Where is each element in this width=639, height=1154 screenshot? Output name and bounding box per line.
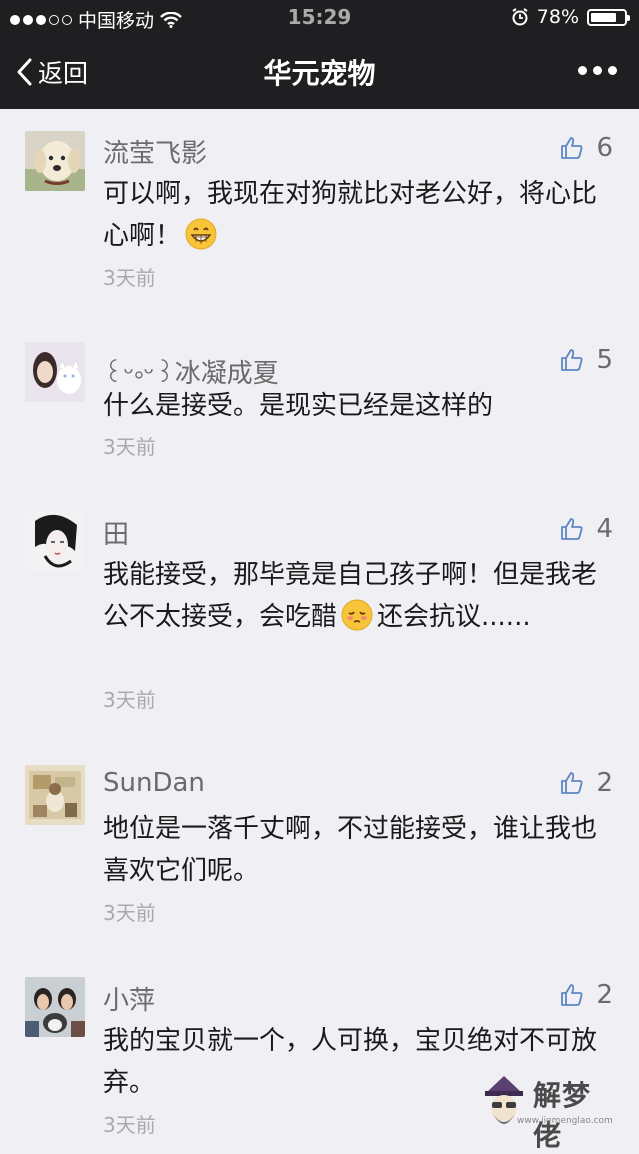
status-right: 78% [511,6,630,28]
comment-text: 我能接受，那毕竟是自己孩子啊！但是我老公不太接受，会吃醋 还会抗议...... [103,554,603,638]
blushing-emoji-icon [341,599,373,631]
comment-nickname: 小萍 [103,986,156,1016]
like-button[interactable]: 6 [560,133,613,163]
watermark: 解梦佬 www.jiemenglao.com [479,1072,619,1152]
more-menu-button[interactable] [578,66,617,75]
top-bar: 中国移动 15:29 78% 返回 华元宠物 [0,0,639,109]
comment-text: 什么是接受。是现实已经是这样的 [103,391,494,421]
avatar[interactable] [25,765,85,825]
thumbs-up-icon [561,137,583,159]
battery-percent: 78% [536,6,579,28]
comment-nickname: 田 [103,520,130,550]
like-count: 5 [596,345,613,375]
battery-icon [587,8,630,26]
comment-time: 3天前 [103,1113,156,1137]
avatar[interactable] [25,977,85,1037]
page-title: 华元宠物 [263,57,376,90]
like-button[interactable]: 2 [560,768,613,798]
nav-bar: 返回 华元宠物 [0,36,639,109]
more-dot [608,66,617,75]
like-count: 6 [596,133,613,163]
comment-time: 3天前 [103,266,156,290]
comment-time: 3天前 [103,901,156,925]
comment-nickname: SunDan [103,768,205,798]
comment-text: 地位是一落千丈啊，不过能接受，谁让我也喜欢它们呢。 [103,814,598,886]
watermark-url: www.jiemenglao.com [517,1116,613,1126]
alarm-icon [512,8,528,26]
thumbs-up-icon [561,772,583,794]
comment-nickname: 流莹飞影 [103,139,208,169]
comment-item: 流莹飞影 6 可以啊，我现在对狗就比对老公好，将心比心啊！ 3天前 [0,109,639,321]
like-count: 4 [596,514,613,544]
comment-text-after-emoji: 还会抗议...... [377,602,531,632]
like-button[interactable]: 2 [560,980,613,1010]
thumbs-up-icon [561,349,583,371]
like-count: 2 [596,980,613,1010]
like-count: 2 [596,768,613,798]
comment-text-content: 可以啊，我现在对狗就比对老公好，将心比心啊！ [103,179,598,251]
more-dot [593,66,602,75]
like-button[interactable]: 4 [560,514,613,544]
avatar[interactable] [25,342,85,402]
status-bar: 中国移动 15:29 78% [0,0,639,36]
comment-item: SunDan 2 地位是一落千丈啊，不过能接受，谁让我也喜欢它们呢。 3天前 [0,744,639,956]
comment-text: 可以啊，我现在对狗就比对老公好，将心比心啊！ [103,173,603,257]
comment-list: 流莹飞影 6 可以啊，我现在对狗就比对老公好，将心比心啊！ 3天前 ꒰ᵕ༚ᵕ꒱冰… [0,109,639,1137]
comment-item: 田 4 我能接受，那毕竟是自己孩子啊！但是我老公不太接受，会吃醋 还会抗议...… [0,490,639,744]
more-dot [578,66,587,75]
avatar[interactable] [25,131,85,191]
watermark-brand: 解梦佬 [533,1079,592,1152]
like-button[interactable]: 5 [560,345,613,375]
grinning-emoji-icon [185,218,217,250]
thumbs-up-icon [561,984,583,1006]
avatar[interactable] [25,511,85,571]
comment-item: ꒰ᵕ༚ᵕ꒱冰凝成夏 5 什么是接受。是现实已经是这样的 3天前 [0,321,639,490]
thumbs-up-icon [561,518,583,540]
comment-time: 3天前 [103,688,156,712]
comment-time: 3天前 [103,435,156,459]
